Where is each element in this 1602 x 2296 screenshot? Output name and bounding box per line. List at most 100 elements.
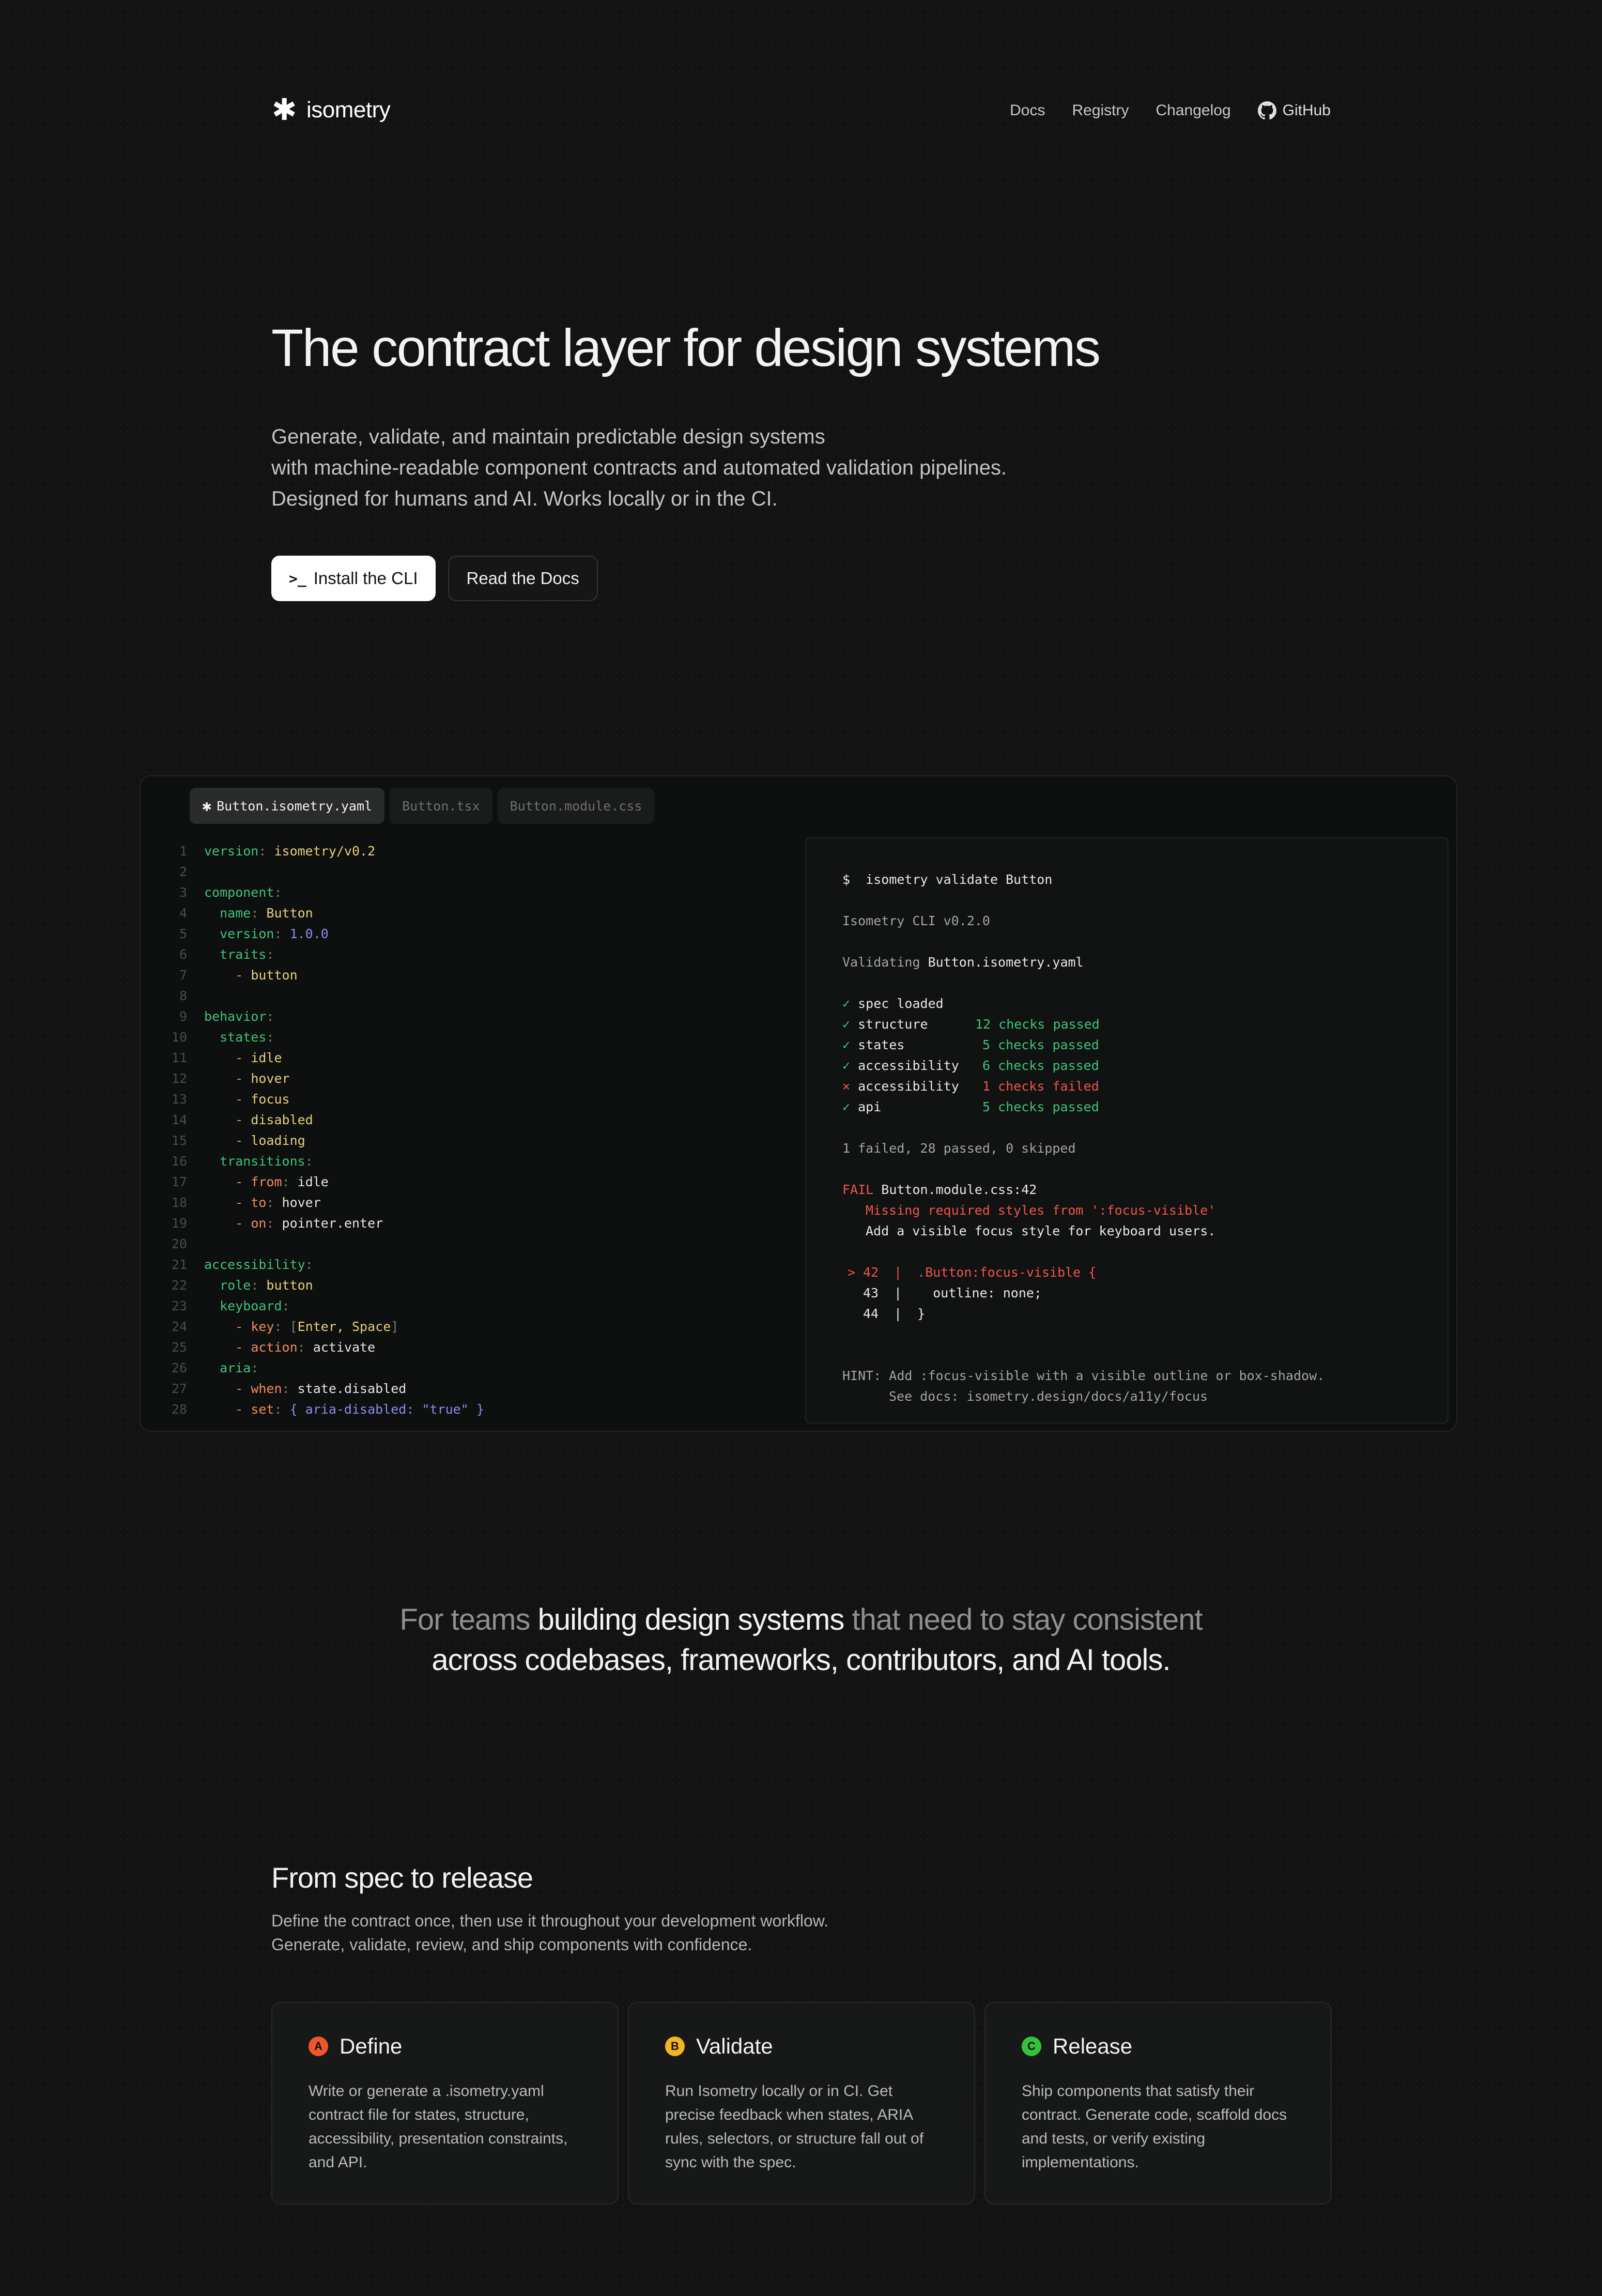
code-token: : <box>266 1195 282 1210</box>
hint-line: HINT: Add :focus-visible with a visible … <box>842 1368 1325 1383</box>
card-description: Run Isometry locally or in CI. Get preci… <box>665 2083 924 2171</box>
top-nav: ✱ isometry Docs Registry Changelog GitHu… <box>271 93 1331 129</box>
check-result: 5 checks passed <box>982 1099 1099 1114</box>
check-name: accessibility <box>858 1079 959 1094</box>
validating-label: Validating <box>842 955 920 970</box>
code-text: keyboard: <box>204 1296 289 1317</box>
code-token: 1.0.0 <box>289 926 329 941</box>
code-token: - <box>204 1195 251 1210</box>
code-text: - button <box>204 965 297 986</box>
logo[interactable]: ✱ isometry <box>271 93 391 127</box>
code-line: 15 - loading <box>141 1130 781 1151</box>
code-token: states <box>204 1030 267 1045</box>
asterisk-icon: ✱ <box>202 797 212 815</box>
nav-link-docs[interactable]: Docs <box>1010 102 1045 119</box>
code-text: - set: { aria-disabled: "true" } <box>204 1399 484 1420</box>
tab-label: Button.isometry.yaml <box>217 798 373 814</box>
code-token: loading <box>251 1133 305 1148</box>
snippet-divider: | <box>894 1306 918 1321</box>
code-token: isometry/v0.2 <box>274 844 376 859</box>
nav-link-github[interactable]: GitHub <box>1257 101 1331 120</box>
section-subtitle-line: Generate, validate, review, and ship com… <box>271 1935 752 1954</box>
code-token: hover <box>251 1071 290 1086</box>
code-token: : <box>274 926 290 941</box>
code-token: - <box>204 1381 251 1396</box>
tagline-line-1: For teams building design systems that n… <box>0 1600 1602 1640</box>
code-token: : <box>274 885 282 900</box>
code-line: 24 - key: [Enter, Space] <box>141 1317 781 1337</box>
code-line: 2 <box>141 862 781 882</box>
code-line: 25 - action: activate <box>141 1337 781 1358</box>
tagline-part: that need to stay consistent <box>844 1603 1203 1636</box>
code-token: - <box>204 968 251 983</box>
code-token: - <box>204 1319 251 1334</box>
check-icon: ✓ <box>842 996 851 1011</box>
code-token: component <box>204 885 274 900</box>
code-line: 14 - disabled <box>141 1110 781 1130</box>
nav-link-registry[interactable]: Registry <box>1072 102 1129 119</box>
code-text: accessibility: <box>204 1254 313 1275</box>
check-result: 6 checks passed <box>982 1058 1099 1073</box>
code-line: 26 aria: <box>141 1358 781 1379</box>
code-token: set <box>251 1402 274 1417</box>
card-define: A Define Write or generate a .isometry.y… <box>271 2002 619 2205</box>
code-token: : <box>282 1174 298 1189</box>
check-row: ✓ states <box>842 1035 904 1055</box>
check-result: 5 checks passed <box>982 1037 1099 1052</box>
fail-location: Button.module.css:42 <box>881 1182 1037 1197</box>
summary-line: 1 failed, 28 passed, 0 skipped <box>842 1141 1076 1156</box>
tab-button-module-css[interactable]: Button.module.css <box>497 788 655 824</box>
tab-button-tsx[interactable]: Button.tsx <box>390 788 492 824</box>
code-token: : <box>282 1381 298 1396</box>
fail-label: FAIL <box>842 1182 874 1197</box>
snippet-line: >42 | .Button:focus-visible { <box>848 1262 1096 1283</box>
line-number: 11 <box>171 1050 187 1065</box>
code-token: Button <box>266 906 313 921</box>
card-header: A Define <box>309 2034 581 2059</box>
code-token: - <box>204 1071 251 1086</box>
tab-button-isometry-yaml[interactable]: ✱ Button.isometry.yaml <box>190 788 385 824</box>
check-row: ✓ api <box>842 1097 881 1118</box>
line-number: 23 <box>171 1298 187 1313</box>
yaml-editor[interactable]: 1 version: isometry/v0.2 2 3 component: 4 nam… <box>141 841 781 1420</box>
asterisk-logo-icon: ✱ <box>271 93 297 127</box>
line-number: 20 <box>171 1236 187 1251</box>
code-text: traits: <box>204 944 274 965</box>
code-text: - disabled <box>204 1110 313 1130</box>
hero-subtitle-line: with machine-readable component contract… <box>271 456 1007 479</box>
code-token: pointer.enter <box>282 1216 383 1231</box>
code-token: ] <box>391 1319 399 1334</box>
check-icon: ✓ <box>842 1037 851 1052</box>
line-number: 18 <box>171 1195 187 1210</box>
nav-links: Docs Registry Changelog GitHub <box>1010 101 1331 120</box>
snippet-code: } <box>917 1306 926 1321</box>
read-docs-button[interactable]: Read the Docs <box>448 556 598 601</box>
code-token: : <box>258 844 274 859</box>
line-number: 25 <box>171 1340 187 1355</box>
code-line: 21 accessibility: <box>141 1254 781 1275</box>
code-token: - <box>204 1402 251 1417</box>
install-cli-button[interactable]: >_ Install the CLI <box>271 556 436 601</box>
nav-link-changelog[interactable]: Changelog <box>1156 102 1231 119</box>
code-line: 11 - idle <box>141 1048 781 1068</box>
badge-a-icon: A <box>309 2037 328 2056</box>
section-subtitle-line: Define the contract once, then use it th… <box>271 1911 828 1930</box>
code-line: 7 - button <box>141 965 781 986</box>
line-number: 27 <box>171 1381 187 1396</box>
code-token: activate <box>313 1340 376 1355</box>
code-text: version: isometry/v0.2 <box>204 841 375 862</box>
code-token: focus <box>251 1092 290 1107</box>
line-number: 8 <box>179 988 187 1003</box>
code-token: : <box>274 1402 290 1417</box>
check-row: ✓ accessibility <box>842 1055 959 1076</box>
snippet-line: 44 | } <box>848 1304 925 1324</box>
code-line: 17 - from: idle <box>141 1172 781 1192</box>
code-text: version: 1.0.0 <box>204 924 329 944</box>
section-subtitle: Define the contract once, then use it th… <box>271 1909 828 1956</box>
hero-title: The contract layer for design systems <box>271 318 1101 377</box>
code-line: 18 - to: hover <box>141 1192 781 1213</box>
code-token: : <box>251 1278 267 1293</box>
code-token: keyboard <box>204 1298 282 1313</box>
code-token: : <box>274 1319 290 1334</box>
card-validate: B Validate Run Isometry locally or in CI… <box>628 2002 975 2205</box>
